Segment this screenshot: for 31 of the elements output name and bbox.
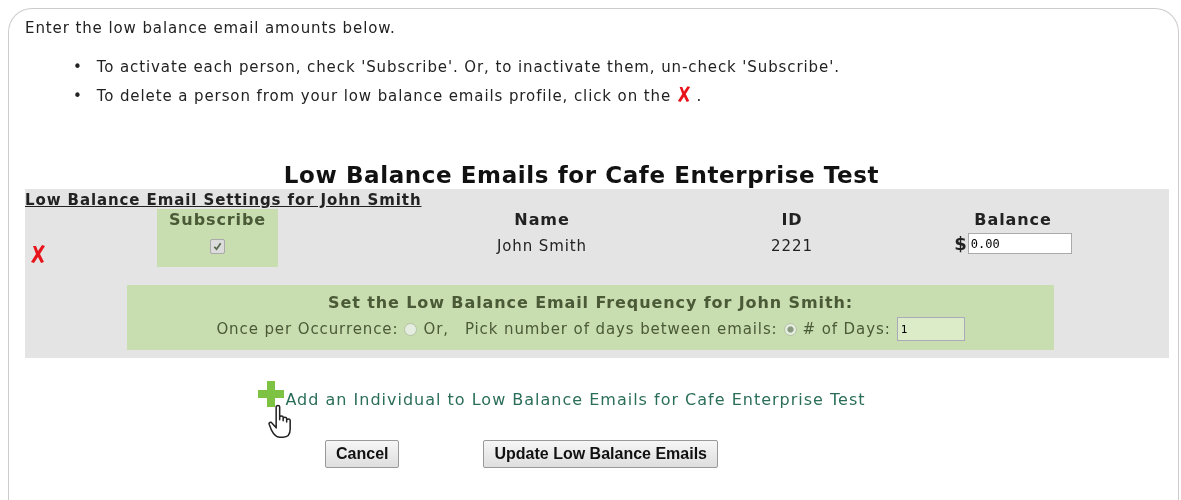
id-cell-text: 2221 bbox=[770, 236, 814, 257]
period-text: . bbox=[696, 87, 703, 105]
settings-heading: Low Balance Email Settings for John Smith bbox=[25, 190, 423, 209]
or-text: Or, bbox=[423, 320, 449, 338]
column-header: ID bbox=[780, 209, 804, 231]
days-field[interactable]: 1 bbox=[896, 317, 965, 341]
bullet-marker: • bbox=[73, 86, 84, 107]
subscribe-checkbox[interactable] bbox=[210, 239, 225, 254]
column-header: Balance bbox=[973, 209, 1053, 231]
bullet-marker: • bbox=[73, 57, 84, 78]
add-individual-link[interactable]: Add an Individual to Low Balance Emails for Cafe Enterprise Test bbox=[285, 389, 866, 409]
days-label: # of Days: bbox=[802, 320, 891, 338]
once-radio[interactable] bbox=[404, 322, 418, 336]
instruction-text: To delete a person from your low balance emails profile, click on the bbox=[96, 87, 672, 105]
intro-text: Enter the low balance email amounts below. bbox=[25, 19, 397, 39]
currency-symbol: $ bbox=[954, 233, 968, 254]
page-title: Low Balance Emails for Cafe Enterprise Test bbox=[282, 161, 881, 189]
name-cell-text: John Smith bbox=[495, 236, 589, 257]
form-button[interactable]: Cancel bbox=[325, 440, 400, 468]
balance-field[interactable]: 0.00 bbox=[967, 233, 1072, 254]
form-button[interactable]: Update Low Balance Emails bbox=[483, 440, 718, 468]
radio-label: Pick number of days between emails: bbox=[464, 320, 778, 338]
radio-label: Once per Occurrence: bbox=[216, 320, 399, 338]
days-radio[interactable] bbox=[783, 322, 797, 336]
cross-icon bbox=[676, 85, 691, 103]
column-header: Name bbox=[513, 209, 571, 231]
plus-icon[interactable] bbox=[257, 380, 286, 408]
column-header: Subscribe bbox=[167, 209, 268, 231]
frequency-heading: Set the Low Balance Email Frequency for John Smith: bbox=[326, 292, 855, 313]
instruction-text: To activate each person, check 'Subscribe'. Or, to inactivate them, un-check 'Subscribe'. bbox=[96, 58, 840, 76]
delete-x-icon[interactable] bbox=[30, 244, 46, 264]
